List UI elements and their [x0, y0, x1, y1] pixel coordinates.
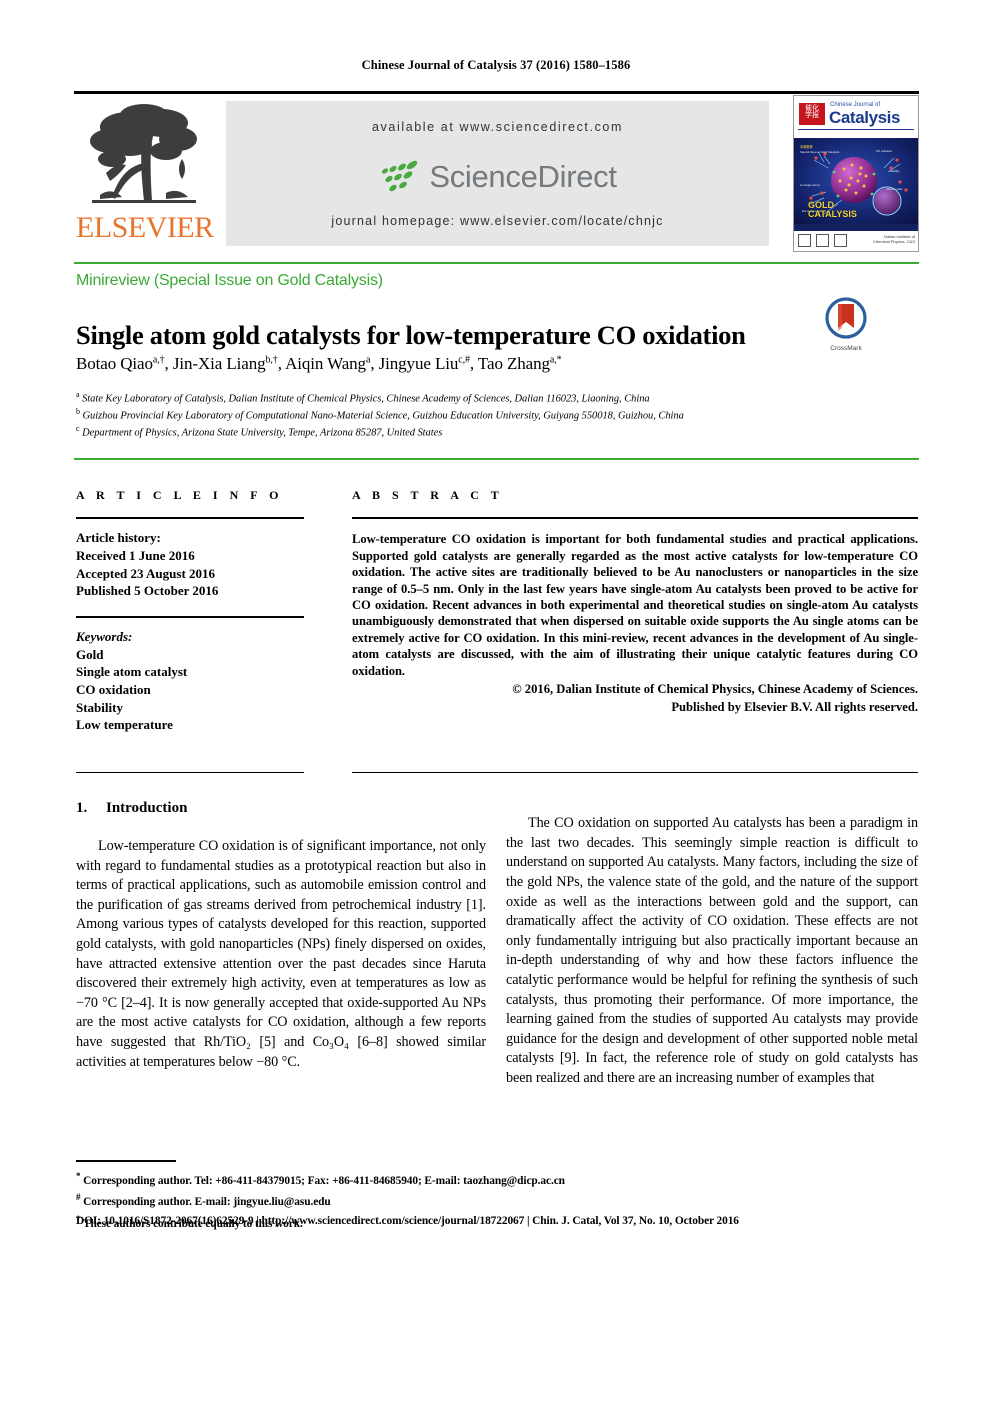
body-top-rule-left — [76, 772, 304, 774]
journal-homepage-text: journal homepage: www.elsevier.com/locat… — [331, 214, 664, 228]
cover-footer-icons — [798, 234, 847, 247]
top-divider-rule — [74, 91, 919, 94]
affiliation-c: c Department of Physics, Arizona State U… — [76, 424, 443, 439]
article-info-rule — [76, 517, 304, 520]
abstract-rule — [352, 517, 918, 520]
title-top-rule — [74, 262, 919, 264]
keyword-item: Low temperature — [76, 717, 173, 733]
abstract-copyright-2: Published by Elsevier B.V. All rights re… — [671, 700, 918, 715]
section-number: 1. — [76, 800, 88, 816]
elsevier-logo: ELSEVIER — [74, 97, 214, 249]
svg-text:valence state: valence state — [886, 187, 903, 191]
journal-cover-image: 催化 学报 Chinese Journal of Catalysis 本期推荐 … — [793, 95, 919, 252]
footnote-marker-1: * — [76, 1171, 81, 1181]
svg-text:CO oxidation: CO oxidation — [876, 149, 893, 153]
footnote-corresponding-1: * Corresponding author. Tel: +86-411-843… — [76, 1168, 921, 1189]
running-head: Chinese Journal of Catalysis 37 (2016) 1… — [361, 58, 631, 72]
footnote-rule — [76, 1160, 176, 1162]
abstract-copyright-1: © 2016, Dalian Institute of Chemical Phy… — [512, 682, 918, 697]
keywords-label: Keywords: — [76, 629, 133, 645]
cover-title-large: Catalysis — [829, 108, 901, 127]
keyword-item: Stability — [76, 699, 123, 715]
svg-text:stability: stability — [890, 169, 900, 173]
keywords-separator-rule — [76, 615, 304, 619]
cover-icon-1 — [798, 234, 811, 247]
cover-footer: Dalian Institute of Chemical Physics, CAS — [794, 231, 918, 251]
section-heading-introduction: 1. Introduction — [76, 800, 486, 817]
elsevier-tree-icon — [90, 104, 197, 203]
cover-publisher-note: Dalian Institute of Chemical Physics, CAS — [872, 234, 915, 244]
cover-gold-catalysis-text: GOLD CATALYSIS — [808, 200, 857, 219]
article-history-label: Article history: — [76, 530, 161, 546]
article-history-block: Article history: Received 1 June 2016 Ac… — [76, 529, 304, 599]
body-column-right: The CO oxidation on supported Au catalys… — [506, 800, 918, 1103]
journal-header-band: ELSEVIER available at www.sciencedirect.… — [74, 95, 919, 252]
intro-paragraph-right: The CO oxidation on supported Au catalys… — [506, 815, 918, 1086]
abstract-heading: A B S T R A C T — [352, 488, 504, 502]
svg-text:本期推荐: 本期推荐 — [800, 144, 814, 149]
footnote-text-2: Corresponding author. E-mail: jingyue.li… — [83, 1196, 331, 1209]
article-info-heading: A R T I C L E I N F O — [76, 488, 283, 502]
title-bottom-rule — [74, 458, 919, 460]
footnote-text-1: Corresponding author. Tel: +86-411-84379… — [83, 1174, 565, 1187]
cover-masthead-rule — [798, 129, 914, 130]
sciencedirect-logo: ScienceDirect — [226, 153, 769, 201]
available-at-text: available at www.sciencedirect.com — [371, 120, 623, 134]
crossmark-badge[interactable]: CrossMark — [822, 297, 870, 353]
sciencedirect-leaf-icon — [382, 160, 418, 192]
section-title: Introduction — [106, 800, 188, 816]
cover-icon-3 — [834, 234, 847, 247]
intro-paragraph-left: Low-temperature CO oxidation is of signi… — [76, 838, 486, 1070]
cover-chinese-badge: 催化 学报 — [799, 103, 825, 125]
footnote-corresponding-2: # Corresponding author. E-mail: jingyue.… — [76, 1189, 921, 1210]
cover-icon-2 — [816, 234, 829, 247]
doi-line[interactable]: DOI: 10.1016/S1872-2067(16)62529-9 | htt… — [76, 1215, 921, 1227]
keywords-block: Keywords: Gold Single atom catalyst CO o… — [76, 628, 304, 734]
body-column-left: 1. Introduction Low-temperature CO oxidat… — [76, 800, 486, 1086]
abstract-text: Low-temperature CO oxidation is importan… — [352, 532, 918, 678]
crossmark-icon — [825, 297, 867, 339]
elsevier-wordmark: ELSEVIER — [76, 211, 214, 244]
article-accepted: Accepted 23 August 2016 — [76, 565, 216, 581]
article-published: Published 5 October 2016 — [76, 583, 219, 599]
crossmark-label: CrossMark — [830, 345, 862, 352]
sciencedirect-wordmark: ScienceDirect — [429, 159, 617, 194]
abstract-column: A B S T R A C T Low-temperature CO oxida… — [352, 488, 918, 716]
article-info-column: A R T I C L E I N F O Article history: R… — [76, 488, 304, 734]
affiliation-a: a State Key Laboratory of Catalysis, Dal… — [76, 390, 650, 405]
section-label-minireview: Minireview (Special Issue on Gold Cataly… — [76, 272, 383, 289]
body-top-rule-right — [352, 772, 918, 774]
sciencedirect-band: available at www.sciencedirect.com Scien… — [226, 101, 769, 246]
keyword-item: Gold — [76, 646, 104, 662]
article-page: Chinese Journal of Catalysis 37 (2016) 1… — [0, 0, 992, 1403]
page-title: Single atom gold catalysts for low-tempe… — [76, 319, 746, 350]
article-received: Received 1 June 2016 — [76, 547, 195, 563]
footnote-marker-2: # — [76, 1192, 81, 1203]
keyword-item: Single atom catalyst — [76, 664, 188, 680]
svg-text:Special Issue on Gold Catalysi: Special Issue on Gold Catalysis — [800, 150, 840, 154]
cover-masthead: 催化 学报 Chinese Journal of Catalysis — [794, 96, 918, 138]
affiliation-b: b Guizhou Provincial Key Laboratory of C… — [76, 407, 684, 422]
keyword-item: CO oxidation — [76, 681, 151, 697]
svg-text:Au single atoms: Au single atoms — [800, 183, 821, 187]
author-list: Botao Qiaoa,†, Jin-Xia Liangb,†, Aiqin W… — [76, 354, 562, 373]
